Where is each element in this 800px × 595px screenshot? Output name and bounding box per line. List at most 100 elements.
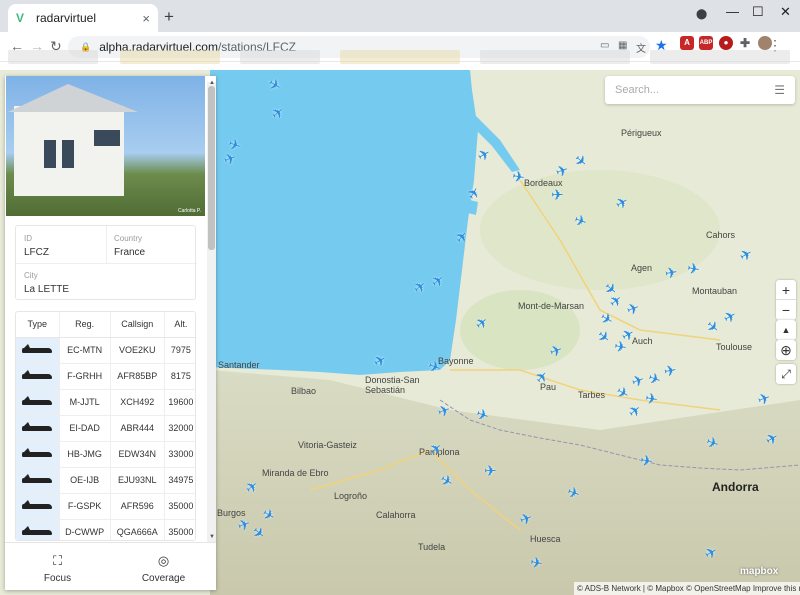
- table-row[interactable]: EC-MTN VOE2KU 7975: [16, 337, 195, 364]
- station-country-value: France: [114, 247, 146, 258]
- aircraft-icon[interactable]: ✈: [511, 168, 526, 187]
- aircraft-icon[interactable]: ✈: [613, 338, 628, 357]
- place-label: Bilbao: [291, 386, 317, 396]
- aircraft-icon[interactable]: ✈: [686, 260, 701, 279]
- profile-dropdown-icon[interactable]: ⬤: [696, 9, 707, 20]
- bookmark-item[interactable]: [340, 50, 460, 64]
- table-row[interactable]: EI-DAD ABR444 32000: [16, 415, 195, 442]
- reg-cell: OE-IJB: [58, 467, 111, 494]
- table-row[interactable]: D-CWWP QGA666A 35000: [16, 519, 195, 540]
- scroll-down-icon[interactable]: ▼: [209, 534, 215, 540]
- photo-credit: Carlotta P.: [178, 208, 201, 214]
- aircraft-icon[interactable]: ✈: [644, 390, 659, 409]
- station-id-label: ID: [24, 234, 32, 243]
- extensions-puzzle-icon[interactable]: ✚: [738, 36, 752, 50]
- aircraft-icon[interactable]: ✈: [664, 264, 679, 283]
- aircraft-type-cell: [16, 441, 59, 468]
- reg-cell: M-JJTL: [58, 389, 111, 416]
- column-header-alt[interactable]: Alt.: [163, 312, 195, 338]
- aircraft-type-cell: [16, 519, 59, 540]
- aircraft-icon[interactable]: ✈: [551, 188, 564, 203]
- station-city-value: La LETTE: [24, 284, 70, 295]
- new-tab-button[interactable]: +: [164, 7, 174, 27]
- callsign-cell: ABR444: [109, 415, 165, 442]
- reg-cell: EC-MTN: [58, 337, 111, 364]
- coverage-label: Coverage: [141, 573, 186, 584]
- station-id-field: ID LFCZ: [24, 234, 49, 258]
- aircraft-icon[interactable]: ✈: [639, 452, 654, 471]
- column-header-reg[interactable]: Reg.: [58, 312, 111, 338]
- locate-button[interactable]: ⊕: [776, 340, 796, 360]
- aircraft-search-box: ☰: [605, 76, 795, 104]
- bookmark-item[interactable]: [240, 50, 320, 64]
- alt-cell: 35000: [163, 519, 195, 540]
- table-row[interactable]: F-GSPK AFR596 35000: [16, 493, 195, 520]
- zoom-in-button[interactable]: +: [776, 280, 796, 300]
- aircraft-icon[interactable]: ✈: [529, 554, 544, 573]
- coverage-icon: ◎: [157, 553, 170, 568]
- close-window-button[interactable]: ✕: [780, 4, 791, 20]
- aircraft-type-cell: [16, 493, 59, 520]
- alt-cell: 32000: [163, 415, 195, 442]
- translate-icon[interactable]: 文: [636, 40, 646, 55]
- aircraft-type-cell: [16, 337, 59, 364]
- place-label: Tarbes: [578, 390, 606, 400]
- place-label: Toulouse: [716, 342, 753, 352]
- station-city-field: City La LETTE: [24, 271, 69, 295]
- aircraft-type-cell: [16, 363, 59, 390]
- panel-scrollbar[interactable]: ▲ ▼: [207, 80, 216, 542]
- callsign-cell: EJU93NL: [109, 467, 165, 494]
- aircraft-silhouette-icon: [22, 370, 53, 379]
- search-input[interactable]: [615, 84, 765, 96]
- maximize-button[interactable]: ☐: [752, 4, 764, 20]
- station-photo: Carlotta P.: [6, 76, 205, 216]
- flights-table: Type Reg. Callsign Alt. EC-MTN VOE2KU 79…: [16, 312, 195, 540]
- bookmark-item[interactable]: [8, 50, 98, 64]
- zoom-control: + −: [776, 280, 796, 320]
- callsign-cell: VOE2KU: [109, 337, 165, 364]
- column-header-type[interactable]: Type: [16, 312, 59, 338]
- bookmark-item[interactable]: [120, 50, 220, 64]
- compass-button[interactable]: ▲: [776, 320, 796, 340]
- fullscreen-button[interactable]: ⤢: [776, 364, 796, 384]
- map-attribution[interactable]: © ADS-B Network | © Mapbox © OpenStreetM…: [574, 582, 800, 595]
- callsign-cell: AFR596: [109, 493, 165, 520]
- table-row[interactable]: HB-JMG EDW34N 33000: [16, 441, 195, 468]
- avatar[interactable]: [758, 36, 772, 50]
- table-row[interactable]: OE-IJB EJU93NL 34975: [16, 467, 195, 494]
- table-header-row: Type Reg. Callsign Alt.: [16, 312, 195, 338]
- aircraft-icon[interactable]: ✈: [663, 362, 678, 381]
- scrollbar-thumb[interactable]: [208, 86, 215, 250]
- column-header-callsign[interactable]: Callsign: [109, 312, 165, 338]
- callsign-cell: EDW34N: [109, 441, 165, 468]
- browser-tab[interactable]: V radarvirtuel ×: [8, 4, 158, 32]
- table-row[interactable]: M-JJTL XCH492 19600: [16, 389, 195, 416]
- mapbox-logo: mapbox: [740, 566, 779, 577]
- tab-close-icon[interactable]: ×: [142, 11, 150, 26]
- place-label: Donostia-San Sebastián: [365, 375, 420, 395]
- alt-cell: 19600: [163, 389, 195, 416]
- station-id-value: LFCZ: [24, 247, 49, 258]
- adblock-extension-icon[interactable]: ABP: [699, 36, 713, 50]
- bookmark-item[interactable]: [650, 50, 790, 64]
- filter-icon[interactable]: ☰: [774, 83, 785, 97]
- focus-icon: ⛶: [52, 553, 63, 568]
- aircraft-type-cell: [16, 389, 59, 416]
- ublock-extension-icon[interactable]: ●: [719, 36, 733, 50]
- place-label: Vitoria-Gasteiz: [298, 440, 357, 450]
- place-label: Santander: [218, 360, 260, 370]
- focus-button[interactable]: ⛶ Focus: [5, 543, 110, 590]
- bookmark-item[interactable]: [480, 50, 630, 64]
- coverage-button[interactable]: ◎ Coverage: [111, 543, 216, 590]
- pdf-extension-icon[interactable]: A: [680, 36, 694, 50]
- minimize-button[interactable]: —: [726, 4, 739, 19]
- aircraft-icon[interactable]: ✈: [484, 464, 497, 479]
- table-row[interactable]: F-GRHH AFR85BP 8175: [16, 363, 195, 390]
- zoom-out-button[interactable]: −: [776, 300, 796, 320]
- tab-title: radarvirtuel: [36, 11, 97, 25]
- place-label: Cahors: [706, 230, 736, 240]
- alt-cell: 33000: [163, 441, 195, 468]
- ocean-bay-of-biscay: [210, 70, 478, 375]
- callsign-cell: XCH492: [109, 389, 165, 416]
- flights-table-card: Type Reg. Callsign Alt. EC-MTN VOE2KU 79…: [15, 311, 196, 541]
